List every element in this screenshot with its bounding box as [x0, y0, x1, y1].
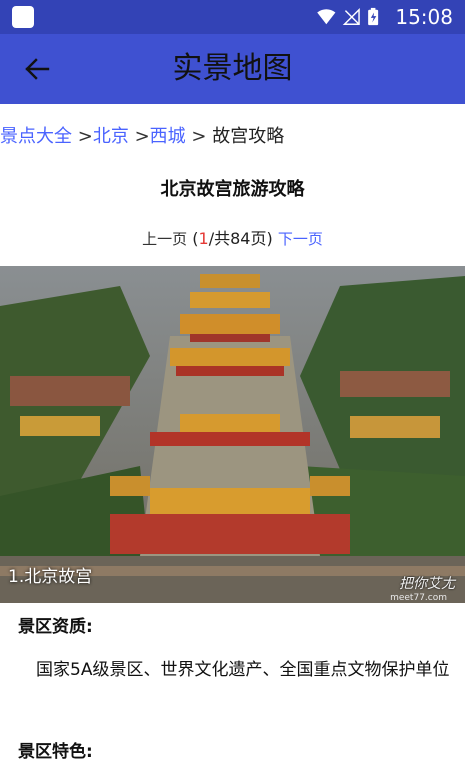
- photo-caption: 1.北京故宫: [8, 567, 93, 587]
- status-time: 15:08: [395, 5, 453, 29]
- photo-watermark: 把你艾尢: [399, 576, 455, 592]
- section-text-qualification: 国家5A级景区、世界文化遗产、全国重点文物保护单位: [36, 660, 450, 680]
- breadcrumb-link-guide[interactable]: 景点大全: [0, 126, 72, 147]
- photo-watermark-url: meet77.com: [390, 593, 447, 603]
- status-icons: [317, 7, 379, 26]
- app-bar: 实景地图: [0, 34, 465, 104]
- app-title: 实景地图: [172, 51, 293, 86]
- breadcrumb-link-xicheng[interactable]: 西城: [150, 126, 186, 147]
- current-page-number: 1: [198, 229, 209, 248]
- breadcrumb-separator: >: [134, 126, 150, 147]
- app-notification-icon: [12, 6, 34, 28]
- section-heading-qualification: 景区资质:: [18, 617, 93, 637]
- breadcrumb-link-beijing[interactable]: 北京: [93, 126, 129, 147]
- battery-charging-icon: [368, 7, 379, 26]
- forbidden-city-photo: 1.北京故宫 把你艾尢 meet77.com: [0, 266, 465, 603]
- no-signal-icon: [342, 7, 360, 25]
- article-title: 北京故宫旅游攻略: [160, 179, 305, 200]
- breadcrumb-separator: >: [191, 126, 207, 147]
- breadcrumb-separator: >: [77, 126, 93, 147]
- breadcrumb-current: 故宫攻略: [212, 126, 285, 147]
- pager: 上一页 (1/共84页) 下一页: [0, 227, 465, 251]
- wifi-icon: [317, 9, 336, 25]
- next-page-link[interactable]: 下一页: [278, 230, 323, 248]
- prev-page-link[interactable]: 上一页: [142, 230, 187, 248]
- status-bar: 15:08: [0, 0, 465, 34]
- section-heading-features: 景区特色:: [18, 742, 93, 762]
- photo-illustration: [0, 266, 465, 603]
- page-total: /共84页): [208, 229, 273, 248]
- breadcrumb: 景点大全 >北京 >西城 > 故宫攻略: [0, 125, 284, 149]
